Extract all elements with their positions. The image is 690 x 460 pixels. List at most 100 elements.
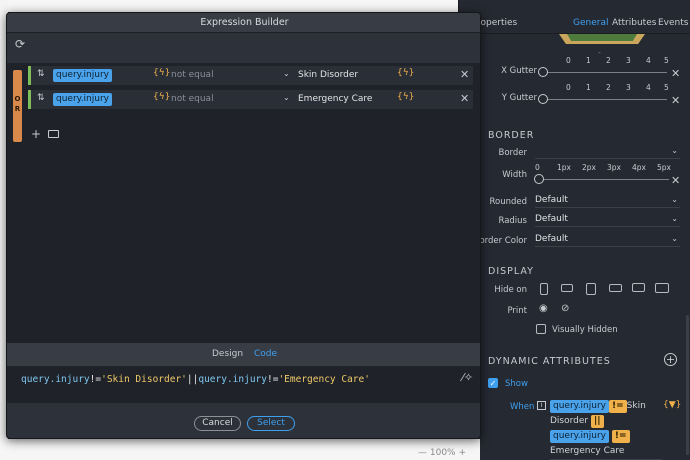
width-tick: 2px xyxy=(582,163,596,172)
tab-events[interactable]: Events xyxy=(658,18,688,28)
cancel-button[interactable]: Cancel xyxy=(194,416,241,431)
rounded-select[interactable]: Default ⌄ xyxy=(535,195,680,208)
remove-condition-icon[interactable]: ✕ xyxy=(460,92,469,105)
add-condition-icon[interactable]: + xyxy=(31,127,41,141)
y-gutter-slider[interactable]: 0 1 2 3 4 5 xyxy=(538,83,669,105)
x-gutter-tick: 5 xyxy=(664,56,669,65)
desktop-icon[interactable] xyxy=(632,283,645,292)
bolt-icon[interactable]: {ϟ} xyxy=(153,92,170,102)
chevron-down-icon[interactable]: ⌄ xyxy=(283,69,290,78)
mobile-portrait-icon[interactable] xyxy=(540,283,548,295)
visually-hidden-label: Visually Hidden xyxy=(552,325,618,335)
add-group-folder-icon[interactable] xyxy=(48,130,59,138)
x-gutter-tick: 1 xyxy=(586,56,591,65)
bolt-icon[interactable]: {ϟ} xyxy=(397,68,414,78)
eye-icon[interactable]: ◉ xyxy=(539,303,548,314)
code-token: 'Emergency Care' xyxy=(278,374,370,385)
x-gutter-reset-icon[interactable]: ✕ xyxy=(671,67,680,80)
select-button[interactable]: Select xyxy=(247,416,295,431)
show-checkbox[interactable]: ✓ xyxy=(488,378,498,388)
code-token: query.injury xyxy=(198,374,267,385)
remove-condition-icon[interactable]: ✕ xyxy=(460,68,469,81)
condition-field[interactable]: query.injury xyxy=(53,69,112,82)
mobile-landscape-icon[interactable] xyxy=(561,284,573,292)
x-gutter-slider[interactable]: 0 1 2 3 4 5 xyxy=(538,56,669,78)
chevron-down-icon[interactable]: ⌄ xyxy=(283,93,290,102)
sort-handle-icon[interactable]: ⇅ xyxy=(37,93,45,103)
desktop-bottom-strip xyxy=(0,439,480,460)
tablet-icon[interactable] xyxy=(586,283,596,295)
code-expression[interactable]: query.injury!='Skin Disorder'||query.inj… xyxy=(21,374,370,385)
expression-builder-dialog: Expression Builder ⟳ OR ⇅ query.injury {… xyxy=(6,12,481,439)
bolt-icon[interactable]: {ϟ} xyxy=(397,92,414,102)
condition-operator[interactable]: not equal xyxy=(171,94,214,104)
dialog-footer: Cancel Select xyxy=(7,411,480,438)
width-tick: 3px xyxy=(607,163,621,172)
panel-tabs: roperties General Attributes Events xyxy=(459,12,690,34)
tab-design[interactable]: Design xyxy=(212,349,243,359)
grid-preview-image xyxy=(559,34,645,46)
border-width-reset-icon[interactable]: ✕ xyxy=(671,174,680,187)
border-width-slider[interactable]: 0 1px 2px 3px 4px 5px xyxy=(534,163,671,185)
code-token: query.injury xyxy=(21,374,90,385)
expr-operator-pill: != xyxy=(609,400,627,413)
y-gutter-tick: 0 xyxy=(566,83,571,92)
display-section-title: DISPLAY xyxy=(488,266,534,277)
filter-bolt-icon[interactable]: {▼} xyxy=(663,400,681,410)
y-gutter-reset-icon[interactable]: ✕ xyxy=(671,94,680,107)
chevron-down-icon: ⌄ xyxy=(671,214,678,223)
sort-handle-icon[interactable]: ⇅ xyxy=(37,69,45,79)
chevron-down-icon: ⌄ xyxy=(671,234,678,243)
tab-code[interactable]: Code xyxy=(254,349,277,359)
bolt-icon[interactable]: {ϟ} xyxy=(153,68,170,78)
border-width-knob[interactable] xyxy=(534,174,544,184)
when-expression[interactable]: query.injury != Skin Disorder ||query.inju… xyxy=(550,399,662,460)
tab-attributes[interactable]: Attributes xyxy=(612,18,656,28)
refresh-icon[interactable]: ⟳ xyxy=(15,37,25,51)
width-tick: 4px xyxy=(632,163,646,172)
magic-wand-icon[interactable]: ⁄✧ xyxy=(462,371,473,384)
border-color-value: Default xyxy=(535,234,568,244)
mode-switch: Design Code xyxy=(7,343,480,366)
panel-scrollbar[interactable] xyxy=(686,315,689,455)
y-gutter-tick: 5 xyxy=(664,83,669,92)
x-gutter-tick: 3 xyxy=(626,56,631,65)
tab-properties[interactable]: roperties xyxy=(477,18,517,28)
dialog-title: Expression Builder xyxy=(7,13,480,33)
condition-field[interactable]: query.injury xyxy=(53,93,112,106)
when-label: When xyxy=(510,402,535,412)
or-group-bar[interactable]: OR xyxy=(13,70,22,142)
eye-slash-icon[interactable]: ⊘ xyxy=(561,303,569,314)
visually-hidden-checkbox[interactable] xyxy=(536,324,546,334)
x-gutter-tick: 0 xyxy=(566,56,571,65)
x-gutter-knob[interactable] xyxy=(538,67,548,77)
radius-select[interactable]: Default ⌄ xyxy=(535,214,680,227)
tab-general[interactable]: General xyxy=(573,18,608,28)
code-token: != xyxy=(89,374,102,385)
large-desktop-icon[interactable] xyxy=(655,283,669,293)
condition-row[interactable]: ⇅ query.injury {ϟ} not equal ⌄ Emergency… xyxy=(28,90,473,109)
y-gutter-tick: 2 xyxy=(606,83,611,92)
condition-operator[interactable]: not equal xyxy=(171,70,214,80)
x-gutter-tick: 2 xyxy=(606,56,611,65)
code-token: || xyxy=(186,374,199,385)
show-label: Show xyxy=(505,379,528,389)
code-editor[interactable]: query.injury!='Skin Disorder'||query.inj… xyxy=(7,366,480,403)
expression-info-icon[interactable]: i xyxy=(537,401,546,410)
preview-dash: - xyxy=(598,48,601,57)
design-canvas: OR ⇅ query.injury {ϟ} not equal ⌄ Skin D… xyxy=(7,63,480,343)
add-dynamic-attribute-icon[interactable]: + xyxy=(664,353,677,366)
condition-value[interactable]: Skin Disorder xyxy=(298,70,358,80)
border-color-select[interactable]: Default ⌄ xyxy=(535,234,680,247)
expr-value: Emergency Care xyxy=(550,446,625,456)
border-select[interactable]: ⌄ xyxy=(535,146,680,159)
zoom-control[interactable]: — 100% + xyxy=(418,448,466,458)
width-tick: 0 xyxy=(535,163,540,172)
expr-field-pill: query.injury xyxy=(550,400,609,413)
laptop-icon[interactable] xyxy=(609,284,622,292)
y-gutter-label: Y Gutter xyxy=(501,93,537,103)
y-gutter-knob[interactable] xyxy=(538,94,548,104)
or-group-label: OR xyxy=(14,95,21,113)
condition-value[interactable]: Emergency Care xyxy=(298,94,372,104)
condition-row[interactable]: ⇅ query.injury {ϟ} not equal ⌄ Skin Diso… xyxy=(28,66,473,85)
